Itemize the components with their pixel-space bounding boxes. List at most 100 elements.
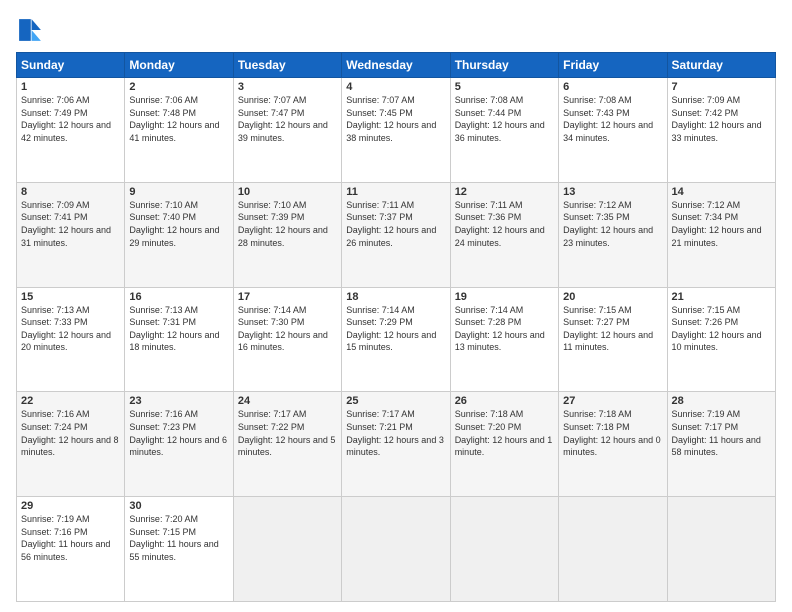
day-cell: 4Sunrise: 7:07 AMSunset: 7:45 PMDaylight… (342, 78, 450, 183)
day-number: 14 (672, 186, 771, 198)
week-row-1: 1Sunrise: 7:06 AMSunset: 7:49 PMDaylight… (17, 78, 776, 183)
day-cell (559, 497, 667, 602)
day-number: 26 (455, 395, 554, 407)
day-number: 2 (129, 81, 228, 93)
day-cell: 10Sunrise: 7:10 AMSunset: 7:39 PMDayligh… (233, 182, 341, 287)
day-detail: Sunrise: 7:12 AMSunset: 7:35 PMDaylight:… (563, 199, 662, 249)
day-number: 8 (21, 186, 120, 198)
day-detail: Sunrise: 7:10 AMSunset: 7:39 PMDaylight:… (238, 199, 337, 249)
day-number: 3 (238, 81, 337, 93)
day-cell: 22Sunrise: 7:16 AMSunset: 7:24 PMDayligh… (17, 392, 125, 497)
day-cell: 20Sunrise: 7:15 AMSunset: 7:27 PMDayligh… (559, 287, 667, 392)
day-number: 29 (21, 500, 120, 512)
week-row-2: 8Sunrise: 7:09 AMSunset: 7:41 PMDaylight… (17, 182, 776, 287)
day-number: 17 (238, 291, 337, 303)
day-detail: Sunrise: 7:14 AMSunset: 7:30 PMDaylight:… (238, 304, 337, 354)
day-detail: Sunrise: 7:08 AMSunset: 7:43 PMDaylight:… (563, 94, 662, 144)
day-number: 12 (455, 186, 554, 198)
day-detail: Sunrise: 7:17 AMSunset: 7:21 PMDaylight:… (346, 408, 445, 458)
day-cell (667, 497, 775, 602)
day-cell (342, 497, 450, 602)
day-number: 16 (129, 291, 228, 303)
day-number: 18 (346, 291, 445, 303)
day-detail: Sunrise: 7:09 AMSunset: 7:41 PMDaylight:… (21, 199, 120, 249)
day-cell: 2Sunrise: 7:06 AMSunset: 7:48 PMDaylight… (125, 78, 233, 183)
day-detail: Sunrise: 7:10 AMSunset: 7:40 PMDaylight:… (129, 199, 228, 249)
day-number: 9 (129, 186, 228, 198)
day-cell: 16Sunrise: 7:13 AMSunset: 7:31 PMDayligh… (125, 287, 233, 392)
day-cell: 15Sunrise: 7:13 AMSunset: 7:33 PMDayligh… (17, 287, 125, 392)
day-cell: 6Sunrise: 7:08 AMSunset: 7:43 PMDaylight… (559, 78, 667, 183)
day-number: 25 (346, 395, 445, 407)
header (16, 16, 776, 44)
day-detail: Sunrise: 7:18 AMSunset: 7:18 PMDaylight:… (563, 408, 662, 458)
day-number: 30 (129, 500, 228, 512)
week-row-4: 22Sunrise: 7:16 AMSunset: 7:24 PMDayligh… (17, 392, 776, 497)
day-detail: Sunrise: 7:15 AMSunset: 7:26 PMDaylight:… (672, 304, 771, 354)
day-cell: 26Sunrise: 7:18 AMSunset: 7:20 PMDayligh… (450, 392, 558, 497)
col-header-wednesday: Wednesday (342, 53, 450, 78)
week-row-5: 29Sunrise: 7:19 AMSunset: 7:16 PMDayligh… (17, 497, 776, 602)
day-number: 20 (563, 291, 662, 303)
day-cell: 23Sunrise: 7:16 AMSunset: 7:23 PMDayligh… (125, 392, 233, 497)
day-detail: Sunrise: 7:12 AMSunset: 7:34 PMDaylight:… (672, 199, 771, 249)
day-number: 13 (563, 186, 662, 198)
calendar-table: SundayMondayTuesdayWednesdayThursdayFrid… (16, 52, 776, 602)
day-detail: Sunrise: 7:06 AMSunset: 7:49 PMDaylight:… (21, 94, 120, 144)
day-detail: Sunrise: 7:19 AMSunset: 7:16 PMDaylight:… (21, 513, 120, 563)
col-header-monday: Monday (125, 53, 233, 78)
day-cell: 13Sunrise: 7:12 AMSunset: 7:35 PMDayligh… (559, 182, 667, 287)
day-detail: Sunrise: 7:06 AMSunset: 7:48 PMDaylight:… (129, 94, 228, 144)
day-detail: Sunrise: 7:07 AMSunset: 7:45 PMDaylight:… (346, 94, 445, 144)
day-number: 11 (346, 186, 445, 198)
day-detail: Sunrise: 7:14 AMSunset: 7:28 PMDaylight:… (455, 304, 554, 354)
day-cell: 9Sunrise: 7:10 AMSunset: 7:40 PMDaylight… (125, 182, 233, 287)
day-cell: 25Sunrise: 7:17 AMSunset: 7:21 PMDayligh… (342, 392, 450, 497)
day-detail: Sunrise: 7:13 AMSunset: 7:31 PMDaylight:… (129, 304, 228, 354)
day-number: 1 (21, 81, 120, 93)
day-cell: 27Sunrise: 7:18 AMSunset: 7:18 PMDayligh… (559, 392, 667, 497)
day-number: 4 (346, 81, 445, 93)
day-detail: Sunrise: 7:11 AMSunset: 7:37 PMDaylight:… (346, 199, 445, 249)
day-detail: Sunrise: 7:16 AMSunset: 7:23 PMDaylight:… (129, 408, 228, 458)
day-number: 5 (455, 81, 554, 93)
day-cell: 24Sunrise: 7:17 AMSunset: 7:22 PMDayligh… (233, 392, 341, 497)
day-number: 28 (672, 395, 771, 407)
day-detail: Sunrise: 7:14 AMSunset: 7:29 PMDaylight:… (346, 304, 445, 354)
day-number: 21 (672, 291, 771, 303)
day-cell: 18Sunrise: 7:14 AMSunset: 7:29 PMDayligh… (342, 287, 450, 392)
day-detail: Sunrise: 7:08 AMSunset: 7:44 PMDaylight:… (455, 94, 554, 144)
logo-icon (16, 16, 44, 44)
page: SundayMondayTuesdayWednesdayThursdayFrid… (0, 0, 792, 612)
col-header-friday: Friday (559, 53, 667, 78)
day-cell: 30Sunrise: 7:20 AMSunset: 7:15 PMDayligh… (125, 497, 233, 602)
day-number: 22 (21, 395, 120, 407)
week-row-3: 15Sunrise: 7:13 AMSunset: 7:33 PMDayligh… (17, 287, 776, 392)
day-number: 27 (563, 395, 662, 407)
col-header-thursday: Thursday (450, 53, 558, 78)
day-number: 7 (672, 81, 771, 93)
day-detail: Sunrise: 7:07 AMSunset: 7:47 PMDaylight:… (238, 94, 337, 144)
day-cell: 11Sunrise: 7:11 AMSunset: 7:37 PMDayligh… (342, 182, 450, 287)
day-number: 19 (455, 291, 554, 303)
day-detail: Sunrise: 7:09 AMSunset: 7:42 PMDaylight:… (672, 94, 771, 144)
day-cell (233, 497, 341, 602)
day-detail: Sunrise: 7:15 AMSunset: 7:27 PMDaylight:… (563, 304, 662, 354)
day-cell: 14Sunrise: 7:12 AMSunset: 7:34 PMDayligh… (667, 182, 775, 287)
day-detail: Sunrise: 7:20 AMSunset: 7:15 PMDaylight:… (129, 513, 228, 563)
day-cell: 3Sunrise: 7:07 AMSunset: 7:47 PMDaylight… (233, 78, 341, 183)
day-number: 6 (563, 81, 662, 93)
day-cell: 19Sunrise: 7:14 AMSunset: 7:28 PMDayligh… (450, 287, 558, 392)
day-number: 15 (21, 291, 120, 303)
day-detail: Sunrise: 7:13 AMSunset: 7:33 PMDaylight:… (21, 304, 120, 354)
day-cell: 28Sunrise: 7:19 AMSunset: 7:17 PMDayligh… (667, 392, 775, 497)
col-header-saturday: Saturday (667, 53, 775, 78)
day-detail: Sunrise: 7:11 AMSunset: 7:36 PMDaylight:… (455, 199, 554, 249)
day-cell (450, 497, 558, 602)
logo (16, 16, 48, 44)
day-detail: Sunrise: 7:16 AMSunset: 7:24 PMDaylight:… (21, 408, 120, 458)
day-cell: 1Sunrise: 7:06 AMSunset: 7:49 PMDaylight… (17, 78, 125, 183)
day-number: 24 (238, 395, 337, 407)
col-header-tuesday: Tuesday (233, 53, 341, 78)
day-number: 23 (129, 395, 228, 407)
